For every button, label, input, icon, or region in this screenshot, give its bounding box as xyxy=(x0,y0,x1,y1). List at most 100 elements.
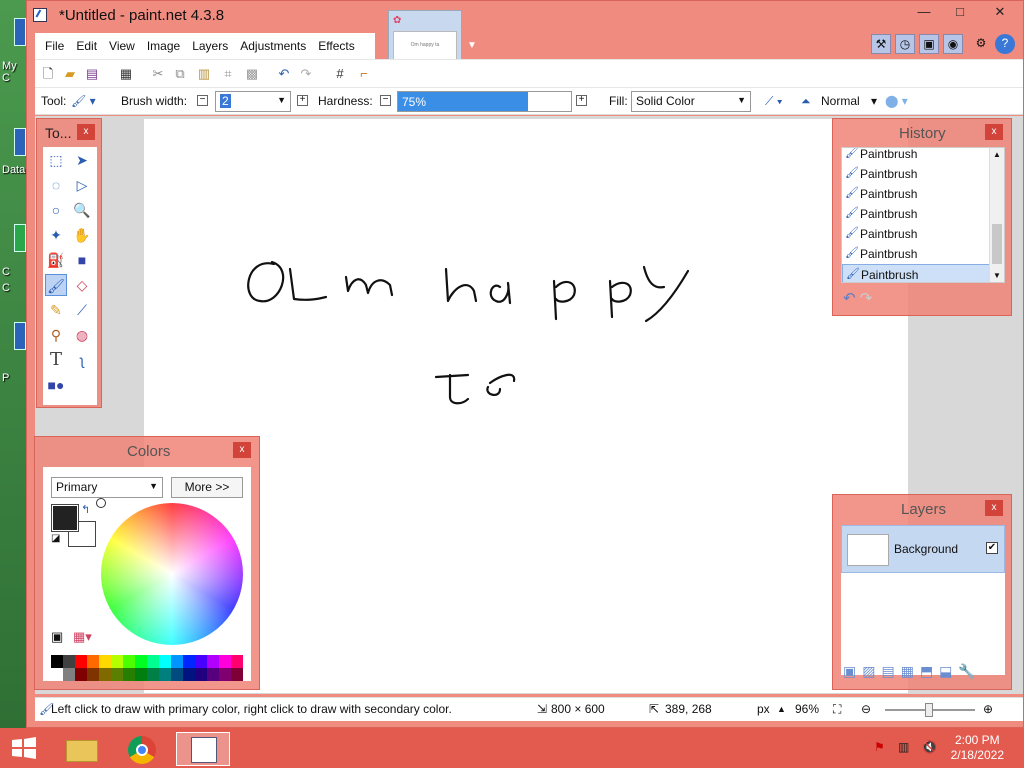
add-layer-icon[interactable]: ▣ xyxy=(843,663,862,679)
minimize-button[interactable]: — xyxy=(909,5,939,21)
palette-swatch[interactable] xyxy=(159,668,171,681)
duplicate-layer-icon[interactable]: ▤ xyxy=(881,663,900,679)
action-center-flag-icon[interactable]: ⚑ xyxy=(874,740,885,754)
palette-swatch[interactable] xyxy=(195,655,207,668)
zoom-slider-thumb[interactable] xyxy=(925,703,933,717)
scrollbar-thumb[interactable] xyxy=(992,224,1002,264)
image-list-arrow-icon[interactable]: ▼ xyxy=(467,40,477,51)
history-item[interactable]: 🖌 Paintbrush xyxy=(842,204,990,224)
menu-edit[interactable]: Edit xyxy=(70,39,103,53)
hardness-slider[interactable]: 75% xyxy=(397,91,572,112)
menu-image[interactable]: Image xyxy=(141,39,186,53)
color-mode-select[interactable]: Primary ▼ xyxy=(51,477,163,498)
new-file-icon[interactable]: 🗋 xyxy=(39,65,57,83)
close-button[interactable]: ✕ xyxy=(985,5,1015,21)
current-tool-paintbrush-icon[interactable]: 🖌 ▾ xyxy=(71,94,96,108)
palette-swatch[interactable] xyxy=(135,668,147,681)
text-tool-icon[interactable]: T xyxy=(45,349,67,371)
blend-mode-icon[interactable]: ⏶ xyxy=(801,94,811,109)
menu-file[interactable]: File xyxy=(39,39,70,53)
antialiasing-icon[interactable]: ⟋ ▾ xyxy=(765,94,783,109)
zoom-out-icon[interactable]: ⊖ xyxy=(861,702,871,716)
palette-swatch[interactable] xyxy=(171,655,183,668)
history-item[interactable]: 🖌 Paintbrush xyxy=(842,164,990,184)
magic-wand-icon[interactable]: ✦ xyxy=(45,224,67,246)
palette-swatch[interactable] xyxy=(63,655,75,668)
recolor-icon[interactable]: ◍ xyxy=(71,324,93,346)
history-item[interactable]: 🖌 Paintbrush xyxy=(842,184,990,204)
chevron-down-icon[interactable]: ▼ xyxy=(277,95,286,105)
volume-muted-icon[interactable]: 🔇 xyxy=(922,740,937,754)
open-file-icon[interactable]: ▰ xyxy=(61,65,79,83)
fill-select[interactable]: Solid Color ▼ xyxy=(631,91,751,112)
layer-visibility-checkbox[interactable]: ✔ xyxy=(986,542,998,554)
paintnet-app-icon[interactable] xyxy=(33,8,47,22)
gradient-icon[interactable]: ■ xyxy=(71,249,93,271)
selection-mode-icon[interactable]: ⬤ ▾ xyxy=(885,94,908,108)
merge-layer-icon[interactable]: ▦ xyxy=(901,663,920,679)
history-panel-close-button[interactable]: x xyxy=(985,124,1003,140)
palette-swatch[interactable] xyxy=(87,655,99,668)
blend-mode-value[interactable]: Normal xyxy=(821,94,860,108)
palette-swatch[interactable] xyxy=(195,668,207,681)
menu-view[interactable]: View xyxy=(103,39,141,53)
chevron-down-icon[interactable]: ▾ xyxy=(871,94,877,108)
ellipse-select-icon[interactable]: ○ xyxy=(45,199,67,221)
desktop-icon[interactable] xyxy=(14,128,26,156)
palette-swatch[interactable] xyxy=(111,668,123,681)
palette-swatch[interactable] xyxy=(123,668,135,681)
ruler-icon[interactable]: ⌐ xyxy=(355,65,373,83)
menu-effects[interactable]: Effects xyxy=(312,39,360,53)
history-item[interactable]: 🖌 Paintbrush xyxy=(842,244,990,264)
copy-icon[interactable]: ⧉ xyxy=(171,65,189,83)
chevron-up-icon[interactable]: ▲ xyxy=(777,704,786,714)
palette-swatch[interactable] xyxy=(147,668,159,681)
layer-properties-icon[interactable]: 🔧 xyxy=(958,663,981,679)
pencil-icon[interactable]: ✎ xyxy=(45,299,67,321)
unit-select[interactable]: px xyxy=(757,702,770,716)
palette-swatch[interactable] xyxy=(231,668,243,681)
redo-icon[interactable]: ↷ xyxy=(860,290,873,307)
move-selection-icon[interactable]: ▷ xyxy=(71,174,93,196)
chevron-up-icon[interactable]: ▲ xyxy=(993,150,1001,159)
palette-swatch[interactable] xyxy=(123,655,135,668)
history-item[interactable]: 🖌 Paintbrush xyxy=(842,148,990,164)
line-curve-icon[interactable]: ʅ xyxy=(71,349,93,371)
palette-swatch[interactable] xyxy=(207,668,219,681)
move-layer-down-icon[interactable]: ⬓ xyxy=(939,663,958,679)
paint-bucket-icon[interactable]: ⛽ xyxy=(45,249,67,271)
zoom-level[interactable]: 96% xyxy=(795,702,819,716)
cut-icon[interactable]: ✂ xyxy=(149,65,167,83)
swap-colors-icon[interactable]: ↰ xyxy=(81,503,90,516)
lasso-select-icon[interactable]: ◌ xyxy=(45,174,67,196)
taskbar-clock[interactable]: 2:00 PM 2/18/2022 xyxy=(951,733,1004,763)
start-button-windows-icon[interactable] xyxy=(10,736,38,760)
palette-swatch[interactable] xyxy=(171,668,183,681)
deselect-icon[interactable]: ▩ xyxy=(243,65,261,83)
desktop-icon[interactable] xyxy=(14,322,26,350)
chrome-taskbar-icon[interactable] xyxy=(116,732,170,766)
colors-window-toggle-icon[interactable]: ◉ xyxy=(943,34,963,54)
palette-swatch[interactable] xyxy=(183,668,195,681)
paintnet-taskbar-icon[interactable] xyxy=(176,732,230,766)
shapes-icon[interactable]: ■● xyxy=(45,374,67,396)
palette-swatch[interactable] xyxy=(231,655,243,668)
undo-icon[interactable]: ↶ xyxy=(843,290,856,307)
palette-swatch[interactable] xyxy=(183,655,195,668)
color-picker-icon[interactable]: ⟋ xyxy=(71,299,93,321)
add-to-palette-icon[interactable]: ▣ xyxy=(51,629,63,645)
clone-stamp-icon[interactable]: ⚲ xyxy=(45,324,67,346)
help-icon[interactable]: ? xyxy=(995,34,1015,54)
history-window-toggle-icon[interactable]: ◷ xyxy=(895,34,915,54)
chevron-down-icon[interactable]: ▼ xyxy=(149,481,158,491)
redo-icon[interactable]: ↷ xyxy=(297,65,315,83)
undo-icon[interactable]: ↶ xyxy=(275,65,293,83)
layers-panel-close-button[interactable]: x xyxy=(985,500,1003,516)
maximize-button[interactable]: □ xyxy=(945,5,975,21)
palette-swatch[interactable] xyxy=(75,668,87,681)
palette-swatch[interactable] xyxy=(51,655,63,668)
tools-window-toggle-icon[interactable]: ⚒ xyxy=(871,34,891,54)
move-selected-pixels-icon[interactable]: ➤ xyxy=(71,149,93,171)
palette-swatch[interactable] xyxy=(99,655,111,668)
color-wheel[interactable] xyxy=(101,503,243,645)
